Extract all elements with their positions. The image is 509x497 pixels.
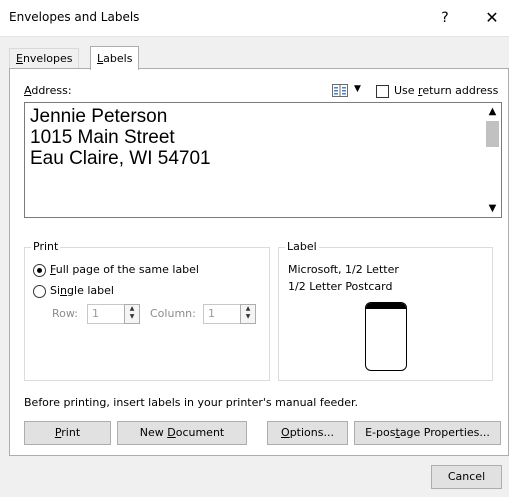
options-button[interactable]: Options... xyxy=(267,421,348,445)
epost-pre: E-pos xyxy=(365,426,396,439)
single-label-radio[interactable] xyxy=(33,285,46,298)
tab-envelopes[interactable]: Envelopes xyxy=(9,48,80,69)
options-rest: ptions... xyxy=(289,426,334,439)
dialog-title: Envelopes and Labels xyxy=(9,10,140,24)
column-label: Column: xyxy=(150,307,196,320)
label-preview-bar xyxy=(366,303,406,309)
address-textarea[interactable]: Jennie Peterson 1015 Main Street Eau Cla… xyxy=(24,102,502,218)
envelopes-and-labels-dialog: Envelopes and Labels ? ✕ Envelopes Label… xyxy=(0,0,509,497)
help-button[interactable]: ? xyxy=(430,4,460,32)
newdoc-accel: D xyxy=(167,426,176,439)
address-book-dropdown-icon[interactable]: ▼ xyxy=(354,84,361,94)
full-page-radio[interactable] xyxy=(33,264,46,277)
label-product[interactable]: 1/2 Letter Postcard xyxy=(288,280,392,293)
column-input: 1 xyxy=(203,304,243,324)
print-button[interactable]: Print xyxy=(24,421,111,445)
address-text[interactable]: Jennie Peterson 1015 Main Street Eau Cla… xyxy=(30,106,211,169)
tab-labels[interactable]: Labels xyxy=(90,46,140,70)
row-input: 1 xyxy=(87,304,127,324)
address-scrollbar[interactable]: ▲ ▼ xyxy=(484,103,501,217)
cancel-button[interactable]: Cancel xyxy=(431,465,502,489)
row-value: 1 xyxy=(92,307,99,320)
epost-rest: age Properties... xyxy=(399,426,490,439)
single-rest: gle label xyxy=(67,284,114,297)
printer-note: Before printing, insert labels in your p… xyxy=(24,396,359,409)
row-label: Row: xyxy=(52,307,78,320)
tab-labels-label: abels xyxy=(103,52,133,65)
column-spinner: ▲ ▼ xyxy=(240,304,256,324)
options-accel: O xyxy=(281,426,290,439)
return-rest: eturn address xyxy=(422,84,499,97)
label-preview-icon[interactable] xyxy=(365,302,407,371)
close-button[interactable]: ✕ xyxy=(480,4,504,32)
address-label-text: ddress: xyxy=(31,84,72,97)
single-label-label[interactable]: Single label xyxy=(50,284,114,297)
title-bar: Envelopes and Labels ? ✕ xyxy=(0,0,509,37)
label-group-title: Label xyxy=(285,240,319,253)
full-page-rest: ull page of the same label xyxy=(55,263,199,276)
single-accel: n xyxy=(60,284,68,297)
address-book-icon[interactable] xyxy=(332,84,348,97)
tab-envelopes-label: nvelopes xyxy=(22,52,73,65)
scroll-up-icon[interactable]: ▲ xyxy=(484,103,501,120)
use-return-address-label[interactable]: Use return address xyxy=(394,84,498,97)
full-page-label[interactable]: Full page of the same label xyxy=(50,263,199,276)
epostage-properties-button[interactable]: E-postage Properties... xyxy=(354,421,501,445)
row-spinner: ▲ ▼ xyxy=(124,304,140,324)
print-group-title: Print xyxy=(31,240,61,253)
tab-envelopes-accel: E xyxy=(16,52,23,65)
single-pre: Si xyxy=(50,284,61,297)
print-rest: rint xyxy=(61,426,81,439)
newdoc-rest: ocument xyxy=(175,426,225,439)
return-pre: Use xyxy=(394,84,419,97)
use-return-address-checkbox[interactable] xyxy=(376,85,389,98)
label-vendor[interactable]: Microsoft, 1/2 Letter xyxy=(288,263,399,276)
newdoc-pre: New xyxy=(139,426,168,439)
scroll-thumb[interactable] xyxy=(486,121,499,147)
new-document-button[interactable]: New Document xyxy=(117,421,247,445)
address-label: Address: xyxy=(24,84,72,97)
radio-selected-dot xyxy=(37,268,42,273)
scroll-down-icon[interactable]: ▼ xyxy=(484,200,501,217)
column-value: 1 xyxy=(208,307,215,320)
